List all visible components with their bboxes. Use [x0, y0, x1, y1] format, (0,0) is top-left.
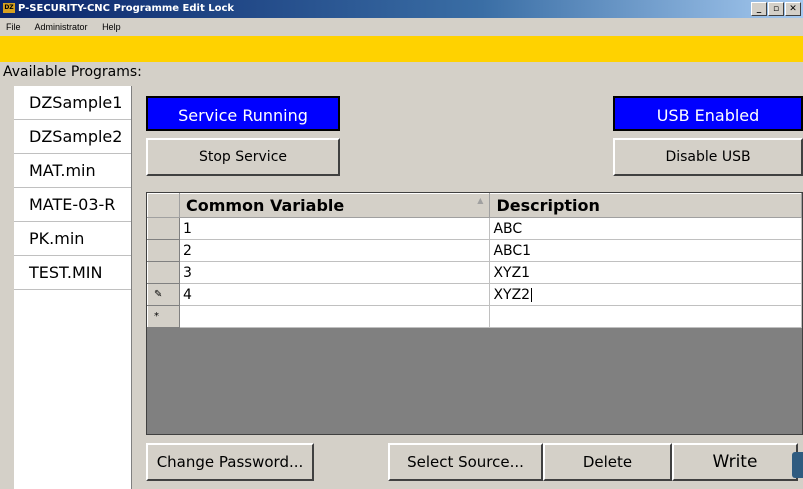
delete-button[interactable]: Delete: [543, 443, 672, 481]
description-cell-editing[interactable]: XYZ2: [489, 283, 802, 306]
available-programs-label: Available Programs:: [3, 64, 142, 80]
table-row[interactable]: 2 ABC1: [147, 239, 802, 262]
table-row[interactable]: 3 XYZ1: [147, 261, 802, 284]
description-cell[interactable]: [489, 305, 802, 328]
maximize-icon[interactable]: ▫: [768, 2, 784, 16]
variable-cell[interactable]: 3: [178, 261, 491, 284]
table-row[interactable]: 1 ABC: [147, 217, 802, 240]
program-item[interactable]: PK.min: [14, 222, 131, 256]
new-row-icon[interactable]: *: [147, 305, 180, 328]
write-button[interactable]: Write: [672, 443, 798, 481]
window-controls: _ ▫ ✕: [751, 2, 801, 16]
new-row[interactable]: *: [147, 305, 802, 328]
variables-grid: Common Variable ▲ Description 1 ABC 2 ABC…: [146, 192, 803, 435]
variable-cell[interactable]: 4: [178, 283, 491, 306]
description-cell[interactable]: ABC: [489, 217, 802, 240]
app-icon: DZ: [3, 3, 15, 13]
variable-cell[interactable]: 1: [178, 217, 491, 240]
program-item[interactable]: MATE-03-R: [14, 188, 131, 222]
disable-usb-button[interactable]: Disable USB: [613, 138, 803, 176]
change-password-button[interactable]: Change Password...: [146, 443, 314, 481]
close-icon[interactable]: ✕: [785, 2, 801, 16]
tray-icon[interactable]: [792, 452, 803, 478]
row-header-corner: [147, 193, 180, 218]
program-item[interactable]: DZSample2: [14, 120, 131, 154]
program-item[interactable]: MAT.min: [14, 154, 131, 188]
sort-icon: ▲: [477, 196, 484, 205]
row-selector[interactable]: [147, 217, 180, 240]
variable-cell[interactable]: [178, 305, 491, 328]
notification-bar: [0, 36, 803, 62]
table-row-editing[interactable]: ✎ 4 XYZ2: [147, 283, 802, 306]
title-bar: DZ P-SECURITY-CNC Programme Edit Lock _ ▫…: [0, 0, 803, 18]
variable-cell[interactable]: 2: [178, 239, 491, 262]
usb-status-badge: USB Enabled: [613, 96, 803, 131]
column-header-description[interactable]: Description: [489, 193, 802, 218]
description-cell[interactable]: ABC1: [489, 239, 802, 262]
menu-file[interactable]: File: [6, 22, 21, 32]
menu-administrator[interactable]: Administrator: [35, 22, 88, 32]
program-item[interactable]: DZSample1: [14, 86, 131, 120]
window-title: P-SECURITY-CNC Programme Edit Lock: [18, 3, 235, 14]
service-status-badge: Service Running: [146, 96, 340, 131]
variables-table: Common Variable ▲ Description 1 ABC 2 ABC…: [147, 193, 802, 328]
menu-help[interactable]: Help: [102, 22, 121, 32]
edit-pencil-icon[interactable]: ✎: [147, 283, 180, 306]
menu-bar: File Administrator Help: [0, 18, 803, 36]
minimize-icon[interactable]: _: [751, 2, 767, 16]
column-header-common-variable[interactable]: Common Variable ▲: [178, 193, 491, 218]
select-source-button[interactable]: Select Source...: [388, 443, 543, 481]
program-item[interactable]: TEST.MIN: [14, 256, 131, 290]
stop-service-button[interactable]: Stop Service: [146, 138, 340, 176]
row-selector[interactable]: [147, 239, 180, 262]
row-selector[interactable]: [147, 261, 180, 284]
text-cursor: [531, 287, 533, 302]
program-list[interactable]: DZSample1 DZSample2 MAT.min MATE-03-R PK…: [14, 86, 132, 489]
description-cell[interactable]: XYZ1: [489, 261, 802, 284]
